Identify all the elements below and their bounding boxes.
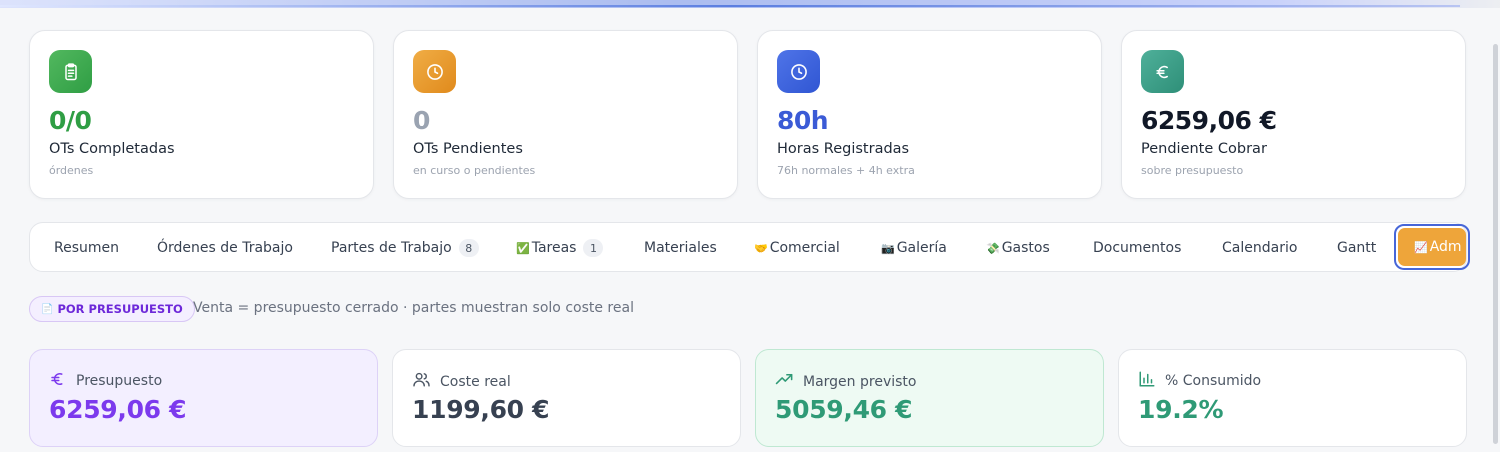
budget-card-presupuesto: Presupuesto 6259,06 €	[29, 349, 378, 447]
tab-label: Documentos	[1093, 240, 1182, 256]
stat-subtitle: órdenes	[49, 164, 94, 177]
camera-icon: 📷	[881, 241, 895, 255]
tab-gantt[interactable]: Gantt	[1337, 223, 1377, 271]
document-icon: 📄	[41, 303, 54, 315]
count-badge: 1	[583, 239, 604, 257]
tab-label: Galería	[896, 240, 947, 256]
stat-value: 80h	[777, 106, 829, 135]
budget-value: 1199,60 €	[412, 395, 550, 424]
tab-documentos[interactable]: Documentos	[1093, 223, 1182, 271]
budget-value: 5059,46 €	[775, 395, 913, 424]
euro-icon	[49, 370, 67, 392]
tab-label: Órdenes de Trabajo	[157, 240, 293, 256]
budget-label: Coste real	[440, 373, 511, 390]
tab-label: Adm	[1429, 239, 1462, 255]
page-scrollbar[interactable]	[1493, 44, 1498, 444]
tab-label: Materiales	[644, 240, 717, 256]
check-icon: ✅	[516, 241, 530, 255]
stat-value: 0/0	[49, 106, 92, 135]
stat-label: Horas Registradas	[777, 141, 910, 157]
tab-ordenes-de-trabajo[interactable]: Órdenes de Trabajo	[157, 223, 293, 271]
money-icon: 💸	[986, 241, 1000, 255]
budget-label: Margen previsto	[803, 373, 917, 390]
budget-value: 6259,06 €	[49, 395, 187, 424]
tab-label: Gastos	[1001, 240, 1050, 256]
billing-mode-description: Venta = presupuesto cerrado · partes mue…	[193, 300, 634, 316]
top-accent-line	[0, 5, 1460, 7]
tab-label: Tareas	[531, 240, 577, 256]
stat-label: Pendiente Cobrar	[1141, 141, 1267, 157]
chart-up-icon: 📈	[1414, 240, 1428, 254]
tab-label: Partes de Trabajo	[331, 240, 452, 256]
tab-gastos[interactable]: 💸 Gastos	[986, 223, 1050, 271]
budget-value: 19.2%	[1138, 395, 1224, 424]
clock-icon	[413, 50, 456, 93]
tab-partes-de-trabajo[interactable]: Partes de Trabajo 8	[331, 223, 479, 271]
tab-comercial[interactable]: 🤝 Comercial	[754, 223, 840, 271]
stat-value: 6259,06 €	[1141, 106, 1277, 135]
tab-calendario[interactable]: Calendario	[1222, 223, 1298, 271]
users-icon	[412, 370, 431, 393]
stat-label: OTs Completadas	[49, 141, 175, 157]
tab-bar: Resumen Órdenes de Trabajo Partes de Tra…	[29, 222, 1467, 272]
trending-up-icon	[775, 370, 794, 393]
budget-card-coste-real: Coste real 1199,60 €	[392, 349, 741, 447]
tab-label: Gantt	[1337, 240, 1377, 256]
billing-mode-label: POR PRESUPUESTO	[57, 302, 183, 316]
stat-card-completed: 0/0 OTs Completadas órdenes	[29, 30, 374, 199]
tab-label: Resumen	[54, 240, 120, 256]
tab-label: Calendario	[1222, 240, 1298, 256]
tab-label: Comercial	[769, 240, 840, 256]
tab-tareas[interactable]: ✅ Tareas 1	[516, 223, 604, 271]
tab-galeria[interactable]: 📷 Galería	[881, 223, 947, 271]
tab-administracion-active[interactable]: 📈 Adm	[1394, 224, 1470, 270]
stat-label: OTs Pendientes	[413, 141, 523, 157]
clipboard-icon	[49, 50, 92, 93]
budget-card-margen-previsto: Margen previsto 5059,46 €	[755, 349, 1104, 447]
stat-card-hours: 80h Horas Registradas 76h normales + 4h …	[757, 30, 1102, 199]
stat-subtitle: sobre presupuesto	[1141, 164, 1244, 177]
tab-materiales[interactable]: Materiales	[644, 223, 717, 271]
stat-subtitle: en curso o pendientes	[413, 164, 536, 177]
stat-subtitle: 76h normales + 4h extra	[777, 164, 915, 177]
bar-chart-icon	[1138, 370, 1156, 392]
handshake-icon: 🤝	[754, 241, 768, 255]
euro-icon	[1141, 50, 1184, 93]
budget-label: Presupuesto	[76, 373, 163, 389]
budget-card-consumido: % Consumido 19.2%	[1118, 349, 1467, 447]
stat-value: 0	[413, 106, 430, 135]
count-badge: 8	[458, 239, 479, 257]
stat-card-receivable: 6259,06 € Pendiente Cobrar sobre presupu…	[1121, 30, 1466, 199]
budget-label: % Consumido	[1165, 373, 1262, 389]
stat-card-pending: 0 OTs Pendientes en curso o pendientes	[393, 30, 738, 199]
tab-resumen[interactable]: Resumen	[54, 223, 120, 271]
billing-mode-badge: 📄 POR PRESUPUESTO	[29, 296, 195, 322]
clock-icon	[777, 50, 820, 93]
